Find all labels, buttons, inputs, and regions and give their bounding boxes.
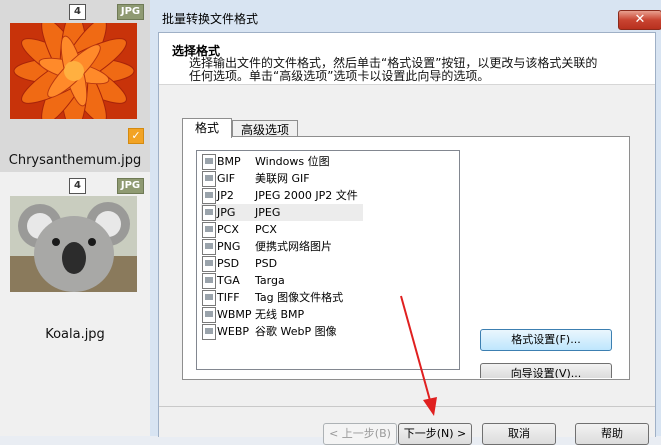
annotation-arrow-icon [400, 295, 437, 416]
tab-format[interactable]: 格式 [182, 118, 232, 138]
